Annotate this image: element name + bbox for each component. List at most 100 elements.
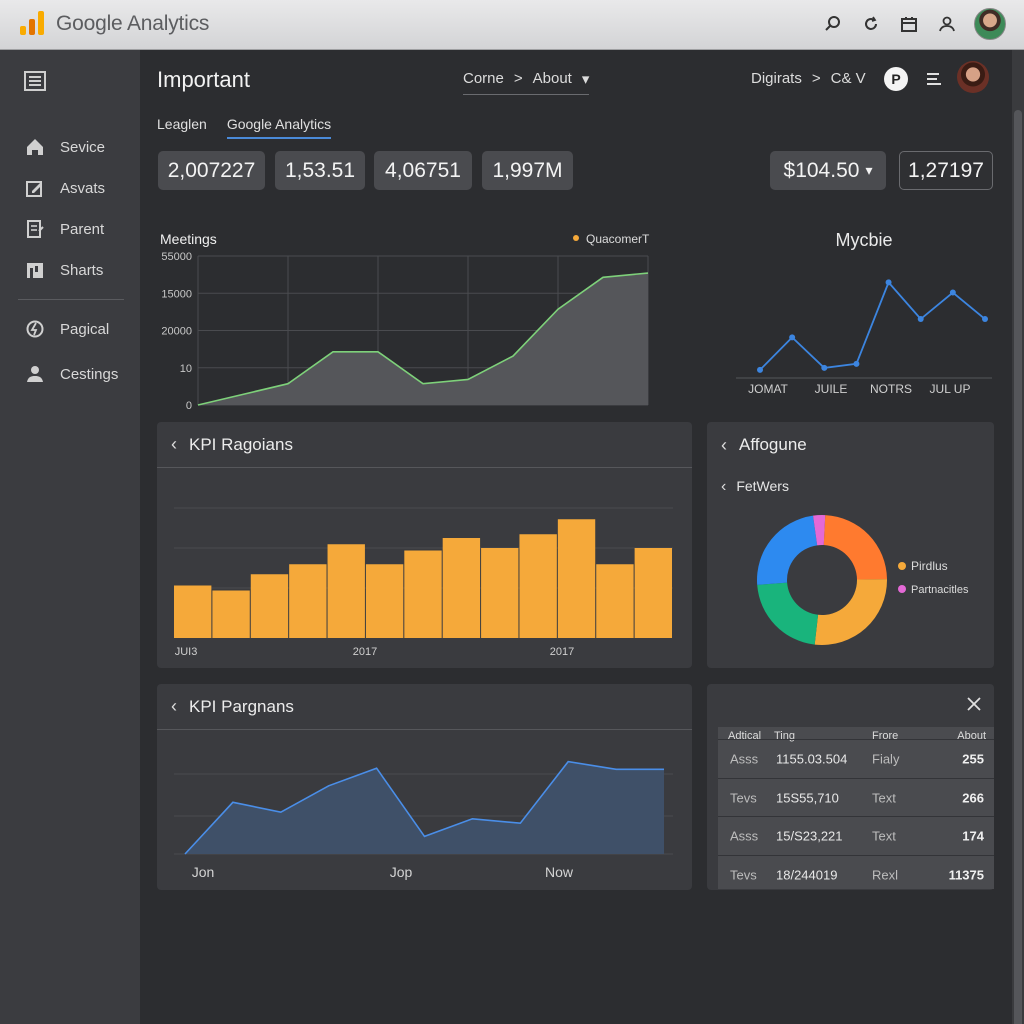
profile-badge[interactable]: P — [884, 67, 908, 91]
user-avatar[interactable] — [974, 8, 1006, 40]
sidebar-item-parent[interactable]: Parent — [24, 218, 104, 240]
y-tick-label: 20000 — [161, 326, 192, 338]
edit-icon — [24, 177, 46, 199]
user-avatar-main[interactable] — [957, 61, 989, 93]
tab-leaglen[interactable]: Leaglen — [157, 116, 207, 139]
table-row[interactable]: Tevs 15S55,710 Text 266 — [718, 777, 994, 817]
nav-separator: > — [811, 70, 821, 87]
data-table: Adtical Ting Frore About Asss 1155.03.504… — [718, 727, 994, 889]
bar[interactable] — [557, 519, 596, 638]
menu-icon[interactable] — [24, 70, 46, 92]
price-selector[interactable]: $104.50 ▾ — [770, 151, 886, 190]
nav-item-cv[interactable]: C& V — [831, 70, 866, 87]
chevron-left-icon[interactable]: ‹ — [721, 435, 727, 456]
home-icon — [24, 136, 46, 158]
table-cell: 255 — [962, 751, 984, 767]
x-tick-label: Jon — [192, 864, 215, 880]
sidebar-item-label: Parent — [60, 220, 105, 238]
data-point[interactable] — [789, 334, 796, 341]
right-nav: Digirats > C& V — [751, 70, 866, 87]
x-tick-label: JUL UP — [930, 382, 971, 396]
bar[interactable] — [404, 550, 442, 639]
sidebar-item-pagical[interactable]: Pagical — [24, 318, 109, 340]
account-icon[interactable] — [936, 13, 958, 35]
table-cell: 1155.03.504 — [776, 751, 848, 767]
x-tick-label: 2017 — [550, 646, 574, 658]
tab-google-analytics[interactable]: Google Analytics — [226, 116, 332, 139]
chevron-down-icon: ▾ — [865, 162, 873, 178]
scrollbar-track[interactable] — [1012, 50, 1024, 1024]
panel-header: ‹ KPI Pargnans — [157, 684, 692, 730]
donut-slice[interactable] — [814, 579, 887, 645]
table-row[interactable]: Asss 15/S23,221 Text 174 — [718, 816, 994, 855]
sidebar-item-sharts[interactable]: Sharts — [24, 259, 103, 281]
kpi-tile[interactable]: 2,007227 — [158, 151, 265, 190]
kpi-tile-right[interactable]: 1,27197 — [899, 151, 993, 190]
bar[interactable] — [289, 564, 327, 638]
chevron-left-icon[interactable]: ‹ — [171, 434, 177, 455]
x-tick-label: JUILE — [815, 382, 848, 396]
table-cell: 174 — [962, 828, 984, 844]
scrollbar-thumb[interactable] — [1014, 110, 1022, 1024]
breadcrumb-item-about[interactable]: About — [533, 70, 572, 88]
data-point[interactable] — [982, 316, 988, 323]
bar[interactable] — [250, 574, 289, 638]
chart-icon — [24, 259, 46, 281]
sidebar-item-asvats[interactable]: Asvats — [24, 177, 105, 199]
table-cell: Text — [872, 828, 896, 844]
table-cell: Tevs — [730, 867, 757, 882]
chart-title: Meetings — [160, 231, 217, 247]
sidebar-item-label: Asvats — [60, 179, 106, 197]
bar[interactable] — [365, 564, 404, 638]
x-tick-label: NOTRS — [870, 382, 912, 396]
bar[interactable] — [481, 548, 519, 638]
bar[interactable] — [212, 590, 250, 639]
refresh-icon[interactable] — [860, 13, 882, 35]
table-row[interactable]: Tevs 18/244019 Rexl 11375 — [718, 854, 994, 894]
kpi-tile[interactable]: 1,997M — [482, 151, 573, 190]
bar[interactable] — [327, 544, 365, 638]
chevron-left-icon[interactable]: ‹ — [721, 478, 726, 496]
panel-title: Affogune — [739, 435, 807, 454]
panel-title: KPI Ragoians — [189, 434, 293, 454]
donut-chart: Pirdlus Partnacitles — [757, 515, 969, 645]
panel-header: ‹ Affogune — [707, 422, 994, 468]
bar[interactable] — [519, 534, 557, 638]
page-title: Important — [157, 67, 250, 92]
data-point[interactable] — [821, 364, 828, 371]
sidebar-item-sevice[interactable]: Sevice — [24, 136, 105, 158]
data-point[interactable] — [917, 316, 924, 323]
search-icon[interactable] — [822, 13, 844, 35]
bar-chart: JUI3 2017 2017 — [174, 507, 673, 658]
donut-slice[interactable] — [757, 582, 819, 645]
x-tick-label: Jop — [390, 864, 413, 880]
donut-slice[interactable] — [757, 515, 818, 585]
legend-label: Partnacitles — [911, 584, 969, 596]
calendar-icon[interactable] — [898, 13, 920, 35]
kpi-tile[interactable]: 1,53.51 — [275, 151, 365, 190]
chevron-left-icon[interactable]: ‹ — [171, 696, 177, 717]
donut-slice[interactable] — [823, 515, 887, 580]
chevron-down-icon[interactable]: ▾ — [582, 70, 590, 88]
price-value: $104.50 — [783, 158, 860, 182]
data-point[interactable] — [757, 366, 763, 373]
bar[interactable] — [174, 585, 212, 639]
close-icon[interactable] — [964, 694, 984, 714]
panel-subtitle: FetWers — [736, 478, 789, 494]
bar[interactable] — [442, 538, 481, 638]
table-cell: 15S55,710 — [776, 790, 839, 805]
kpi-ragoians-panel: ‹ KPI Ragoians JUI3 2017 2017 — [157, 422, 692, 668]
list-menu-icon[interactable] — [925, 70, 943, 88]
bar[interactable] — [596, 564, 634, 638]
nav-item-digirats[interactable]: Digirats — [751, 70, 802, 87]
data-point[interactable] — [885, 279, 892, 286]
data-point[interactable] — [949, 289, 956, 296]
bar[interactable] — [634, 548, 672, 638]
data-point[interactable] — [853, 360, 860, 367]
x-tick-label: JOMAT — [748, 382, 788, 396]
breadcrumb-item-corne[interactable]: Corne — [463, 70, 504, 88]
sidebar-item-cestings[interactable]: Cestings — [24, 363, 118, 385]
kpi-tile[interactable]: 4,06751 — [374, 151, 472, 190]
table-row[interactable]: Asss 1155.03.504 Fialy 255 — [718, 739, 994, 778]
legend-label: QuacomerT — [586, 232, 650, 246]
